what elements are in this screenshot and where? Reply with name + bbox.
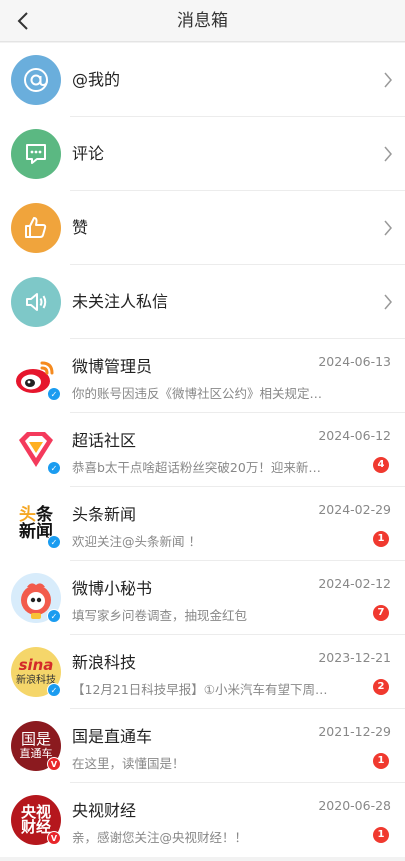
message-date: 2024-06-13 [318, 354, 391, 369]
sender-name: 微博小秘书 [72, 579, 153, 598]
message-preview: 欢迎关注@头条新闻 ！ [72, 534, 201, 549]
unread-count-badge: 2 [373, 679, 389, 695]
logo-text: sina [18, 656, 54, 674]
logo-text: 财经 [20, 818, 51, 836]
category-label: 评论 [72, 144, 105, 163]
verified-badge-icon: V [47, 831, 61, 845]
category-row-mentions[interactable]: @我的 [0, 43, 405, 117]
message-row[interactable]: 国是 直通车 V 国是直通车 2021-12-29 在这里，读懂国是！ 1 [0, 709, 405, 783]
message-preview: 恭喜b太干点啥超话粉丝突破20万！迎来新的… [72, 460, 332, 475]
chevron-right-icon [384, 72, 392, 88]
chevron-right-icon [384, 146, 392, 162]
message-row[interactable]: sina 新浪科技 ✓ 新浪科技 2023-12-21 【12月21日科技早报】… [0, 635, 405, 709]
unread-count-badge: 7 [373, 605, 389, 621]
unread-count-badge: 1 [373, 531, 389, 547]
page-title: 消息箱 [177, 11, 228, 31]
top-nav-bar: 消息箱 [0, 0, 405, 42]
unread-count-badge: 1 [373, 827, 389, 843]
sender-name: 超话社区 [72, 431, 137, 450]
verified-badge-icon: ✓ [47, 461, 61, 475]
message-row[interactable]: 头条 新闻 ✓ 头条新闻 2024-02-29 欢迎关注@头条新闻 ！ 1 [0, 487, 405, 561]
message-date: 2024-06-12 [318, 428, 391, 443]
message-row[interactable]: ✓ 超话社区 2024-06-12 恭喜b太干点啥超话粉丝突破20万！迎来新的…… [0, 413, 405, 487]
verified-badge-icon: ✓ [47, 535, 61, 549]
category-row-comments[interactable]: 评论 [0, 117, 405, 191]
verified-badge-icon: V [47, 757, 61, 771]
message-row[interactable]: 央视 财经 V 央视财经 2020-06-28 亲，感谢您关注@央视财经！！ 1 [0, 783, 405, 857]
message-date: 2023-12-21 [318, 650, 391, 665]
message-date: 2020-06-28 [318, 798, 391, 813]
at-icon [11, 55, 61, 105]
message-preview: 【12月21日科技早报】①小米汽车有望下周发… [72, 682, 332, 697]
sender-name: 微博管理员 [72, 357, 153, 376]
sender-name: 头条新闻 [72, 505, 137, 524]
category-label: @我的 [72, 70, 121, 89]
sender-name: 国是直通车 [72, 727, 153, 746]
message-row[interactable]: ✓ 微博小秘书 2024-02-12 填写家乡问卷调查，抽现金红包 7 [0, 561, 405, 635]
message-preview: 在这里，读懂国是！ [72, 756, 185, 771]
message-preview: 你的账号因违反《微博社区公约》相关规定，… [72, 386, 332, 401]
category-row-stranger-messages[interactable]: 未关注人私信 [0, 265, 405, 339]
message-list: @我的 评论 赞 未关注人私信 ✓ 微博管理员 2024-06-13 你的账号因… [0, 43, 405, 857]
comment-icon [11, 129, 61, 179]
category-label: 赞 [72, 218, 89, 237]
chevron-right-icon [384, 294, 392, 310]
sender-name: 新浪科技 [72, 653, 137, 672]
unread-count-badge: 4 [373, 457, 389, 473]
message-date: 2024-02-29 [318, 502, 391, 517]
message-preview: 亲，感谢您关注@央视财经！！ [72, 830, 248, 845]
message-date: 2021-12-29 [318, 724, 391, 739]
category-row-likes[interactable]: 赞 [0, 191, 405, 265]
category-label: 未关注人私信 [72, 292, 169, 311]
chevron-right-icon [384, 220, 392, 236]
verified-badge-icon: ✓ [47, 609, 61, 623]
thumbs-up-icon [11, 203, 61, 253]
verified-badge-icon: ✓ [47, 387, 61, 401]
logo-text: 直通车 [19, 747, 53, 761]
message-preview: 填写家乡问卷调查，抽现金红包 [72, 608, 248, 623]
unread-count-badge: 1 [373, 753, 389, 769]
sender-name: 央视财经 [72, 801, 137, 820]
speaker-icon [11, 277, 61, 327]
message-date: 2024-02-12 [318, 576, 391, 591]
logo-text: 国是 [20, 730, 51, 749]
verified-badge-icon: ✓ [47, 683, 61, 697]
message-row[interactable]: ✓ 微博管理员 2024-06-13 你的账号因违反《微博社区公约》相关规定，… [0, 339, 405, 413]
